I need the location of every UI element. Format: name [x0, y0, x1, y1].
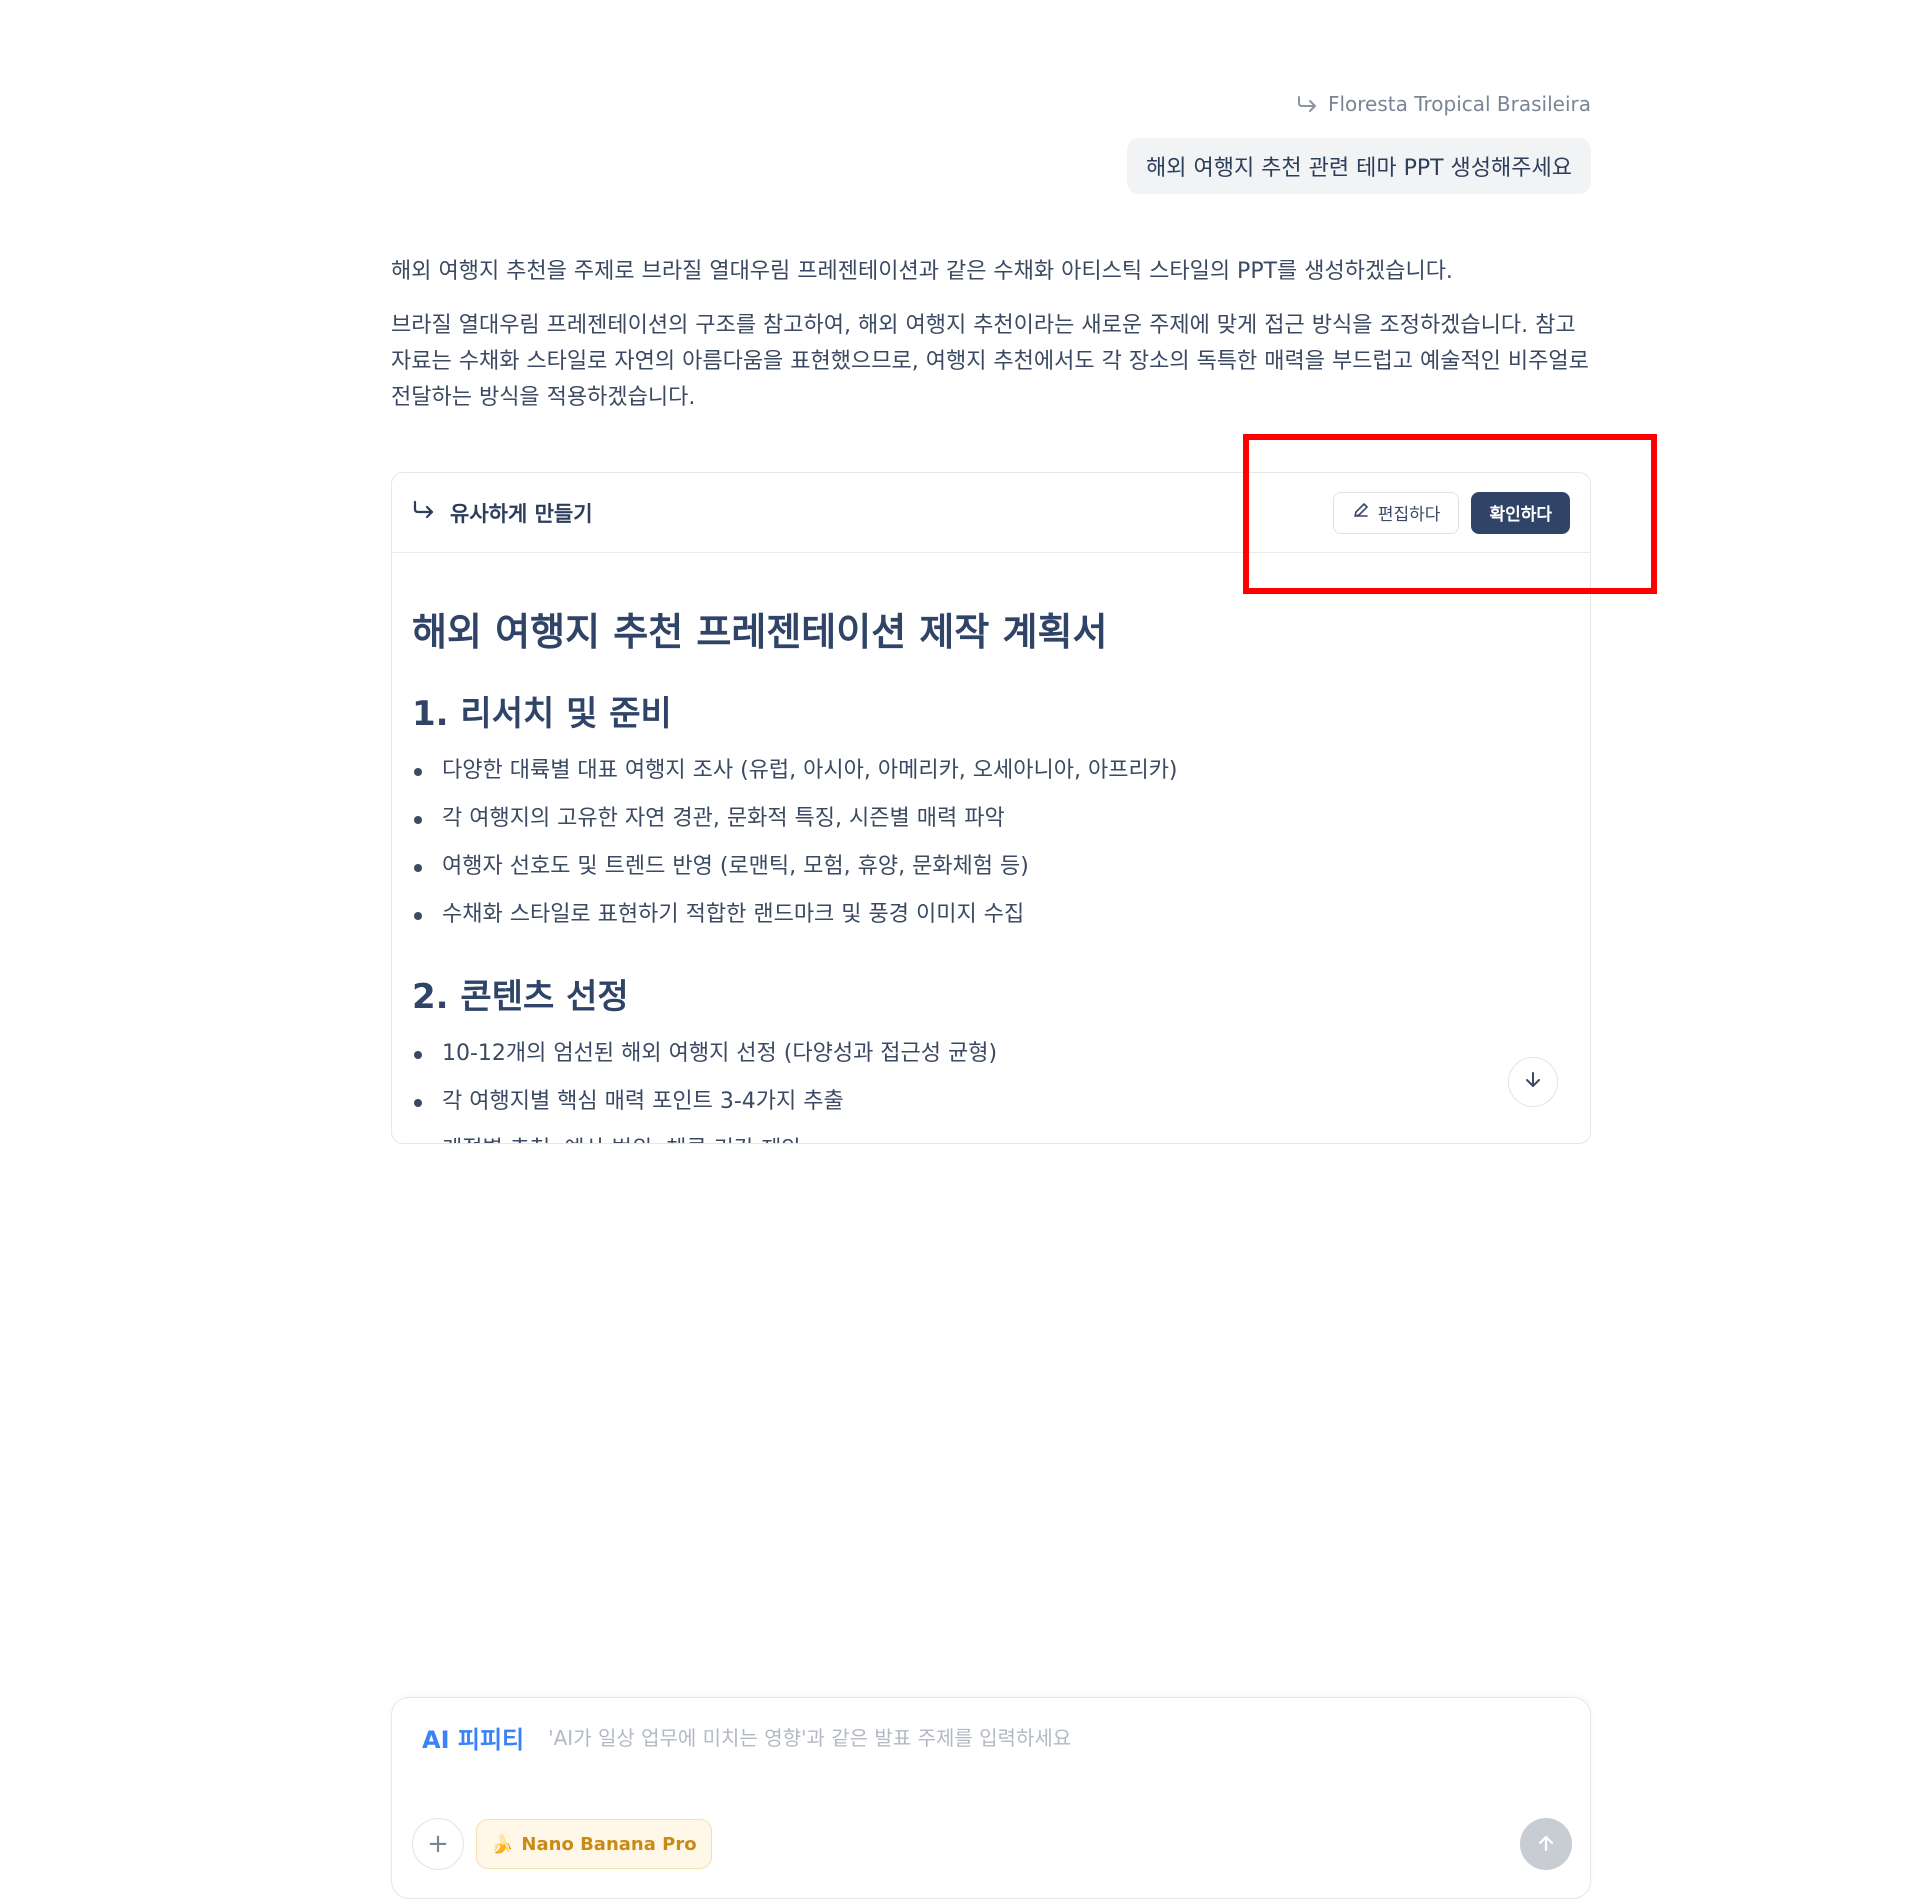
arrow-up-icon [1536, 1833, 1556, 1856]
model-selector[interactable]: 🍌 Nano Banana Pro [476, 1819, 712, 1869]
list-item: 계절별 추천, 예산 범위, 체류 기간 제안 [412, 1126, 1570, 1143]
list-item: 각 여행지의 고유한 자연 경관, 문화적 특징, 시즌별 매력 파악 [412, 795, 1570, 843]
user-message: 해외 여행지 추천 관련 테마 PPT 생성해주세요 [1126, 138, 1591, 194]
section-list: 10-12개의 엄선된 해외 여행지 선정 (다양성과 접근성 균형) 각 여행… [412, 1030, 1570, 1143]
banana-icon: 🍌 [491, 1833, 514, 1855]
arrow-down-icon [1523, 1070, 1543, 1094]
reference-label: Floresta Tropical Brasileira [1327, 92, 1591, 116]
assistant-paragraph: 브라질 열대우림 프레젠테이션의 구조를 참고하여, 해외 여행지 추천이라는 … [391, 313, 1589, 410]
send-button[interactable] [1520, 1818, 1572, 1870]
prompt-input[interactable] [546, 1724, 1560, 1751]
reply-arrow-icon [412, 500, 436, 525]
document-title: 해외 여행지 추천 프레젠테이션 제작 계획서 [412, 610, 1108, 654]
composer-toolbar: + 🍌 Nano Banana Pro [412, 1818, 1572, 1870]
section-heading: 2. 콘텐츠 선정 [412, 977, 629, 1017]
assistant-message: 해외 여행지 추천을 주제로 브라질 열대우림 프레젠테이션과 같은 수채화 아… [391, 254, 1591, 434]
plan-card: 유사하게 만들기 편집하다 확인하다 해외 여행지 추천 프레젠테이션 제작 계… [391, 472, 1591, 1144]
composer-input-row: AI 피피티 [392, 1698, 1590, 1755]
plan-card-actions: 편집하다 확인하다 [1332, 491, 1570, 534]
list-item: 여행자 선호도 및 트렌드 반영 (로맨틱, 모험, 휴양, 문화체험 등) [412, 843, 1570, 891]
list-item: 다양한 대륙별 대표 여행지 조사 (유럽, 아시아, 아메리카, 오세아니아,… [412, 747, 1570, 795]
plan-card-header: 유사하게 만들기 편집하다 확인하다 [392, 473, 1590, 553]
scroll-down-button[interactable] [1508, 1057, 1558, 1107]
section-list: 다양한 대륙별 대표 여행지 조사 (유럽, 아시아, 아메리카, 오세아니아,… [412, 747, 1570, 939]
plan-card-title: 유사하게 만들기 [412, 498, 593, 528]
add-attachment-button[interactable]: + [412, 1818, 464, 1870]
section-heading: 1. 리서치 및 준비 [412, 694, 672, 734]
edit-button[interactable]: 편집하다 [1332, 491, 1460, 534]
list-item: 수채화 스타일로 표현하기 적합한 랜드마크 및 풍경 이미지 수집 [412, 891, 1570, 939]
brand-label: AI 피피티 [422, 1726, 525, 1754]
model-label: Nano Banana Pro [521, 1833, 697, 1855]
assistant-paragraph: 해외 여행지 추천을 주제로 브라질 열대우림 프레젠테이션과 같은 수채화 아… [391, 259, 1453, 284]
plus-icon: + [427, 1829, 449, 1859]
reply-arrow-icon [1296, 95, 1318, 113]
plan-card-title-text: 유사하게 만들기 [450, 501, 593, 526]
confirm-button[interactable]: 확인하다 [1471, 491, 1570, 534]
list-item: 10-12개의 엄선된 해외 여행지 선정 (다양성과 접근성 균형) [412, 1030, 1570, 1078]
plan-document: 해외 여행지 추천 프레젠테이션 제작 계획서 1. 리서치 및 준비 다양한 … [392, 553, 1590, 1143]
reference-link[interactable]: Floresta Tropical Brasileira [1296, 92, 1591, 116]
prompt-composer: AI 피피티 + 🍌 Nano Banana Pro [391, 1697, 1591, 1899]
edit-button-label: 편집하다 [1377, 505, 1441, 525]
list-item: 각 여행지별 핵심 매력 포인트 3-4가지 추출 [412, 1078, 1570, 1126]
pencil-icon [1352, 501, 1370, 524]
